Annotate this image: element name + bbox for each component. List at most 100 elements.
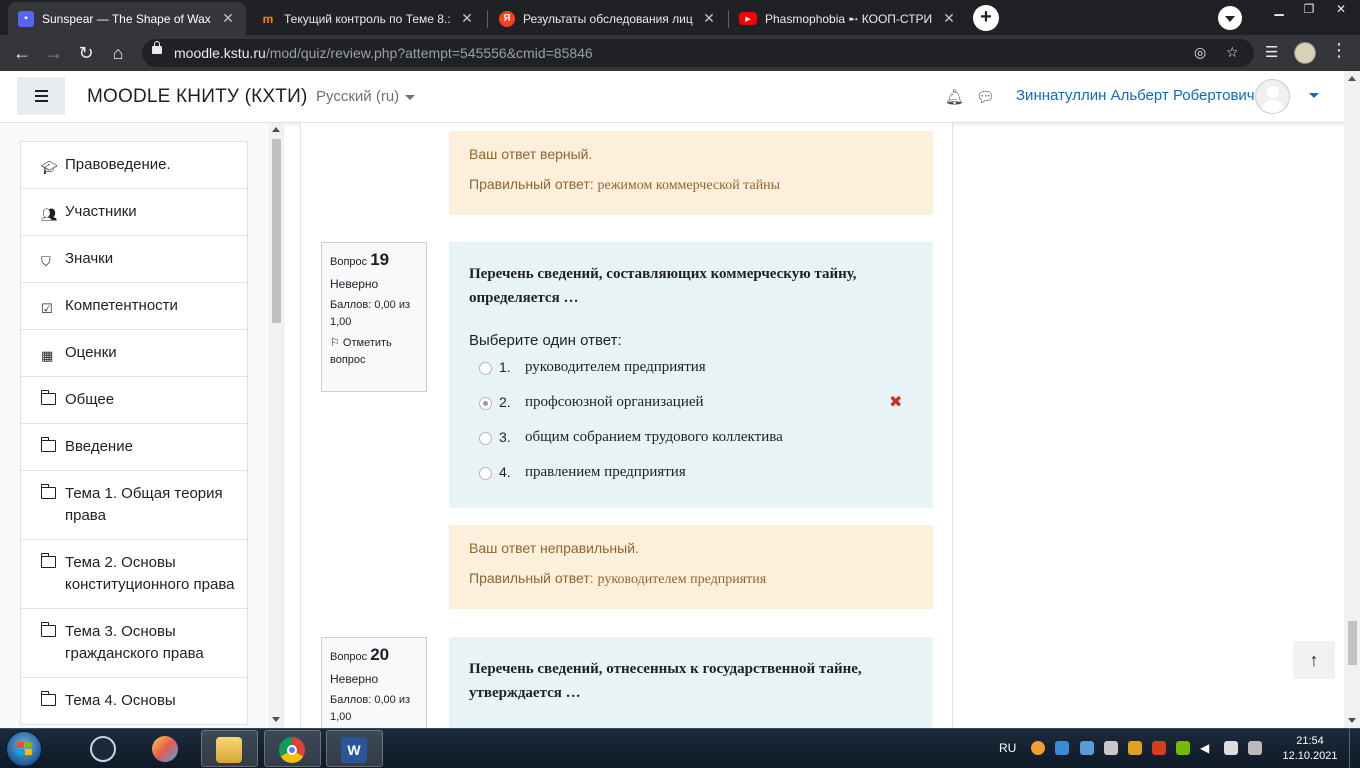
chat-bubble-icon: ▪ [18,10,34,27]
taskbar-chrome[interactable] [264,730,321,767]
drawer-item-topic-4[interactable]: Тема 4. Основы [20,678,248,725]
scroll-down-icon[interactable] [1348,718,1356,723]
answer-option-1: 1. руководителем предприятия [469,353,913,388]
radio-button [479,432,492,445]
drawer-item-competencies[interactable]: ☑ Компетентности [20,283,248,330]
flag-question-link[interactable]: ⚐ Отметить вопрос [330,335,418,369]
reload-icon[interactable]: ↻ [74,41,98,65]
drawer-nav-list: 🎓︎ Правоведение. 👥︎ Участники ⛉ Значки ☑ Ком… [20,141,248,725]
bell-icon[interactable]: 🔔︎ [945,88,964,106]
chevron-down-icon[interactable] [1309,93,1319,98]
user-name[interactable]: Зиннатуллин Альберт Робертович [1016,87,1255,104]
chevron-down-icon [405,94,416,100]
forward-icon[interactable]: → [42,41,66,65]
hamburger-menu-button[interactable] [17,77,65,115]
question-info: Вопрос 20 Неверно Баллов: 0,00 из 1,00 [321,637,427,728]
start-button[interactable] [6,731,42,767]
address-bar[interactable]: moodle.kstu.ru/mod/quiz/review.php?attem… [142,39,1254,67]
radio-button [479,467,492,480]
taskbar-word[interactable]: W [326,730,383,767]
browser-tab-1[interactable]: ▪ Sunspear — The Shape of Wax ✕ [8,2,246,35]
drawer-item-topic-1[interactable]: Тема 1. Общая теория права [20,471,248,540]
page-scrollbar[interactable] [1344,71,1360,728]
drawer-item-topic-2[interactable]: Тема 2. Основы конституционного права [20,540,248,609]
scroll-up-icon[interactable] [1348,76,1356,81]
back-icon[interactable]: ← [10,41,34,65]
tray-network-status-icon[interactable] [1248,741,1262,755]
avatar[interactable] [1255,79,1290,114]
profile-avatar[interactable] [1294,42,1316,64]
site-brand[interactable]: MOODLE КНИТУ (КХТИ) [87,86,307,108]
question-state: Неверно [330,672,379,686]
folder-icon [40,553,56,568]
tray-app-icon[interactable] [1031,741,1045,755]
answer-option-4: 4. правлением предприятия [469,458,913,493]
drawer-item-course[interactable]: 🎓︎ Правоведение. [20,141,248,189]
tray-battery-icon[interactable] [1224,741,1238,755]
checkbox-icon: ☑ [41,301,53,316]
drawer-item-grades[interactable]: ▦ Оценки [20,330,248,377]
right-answer: Правильный ответ: руководителем предприя… [469,570,767,587]
language-selector[interactable]: Русский (ru) [316,88,416,105]
scroll-thumb[interactable] [1348,621,1357,665]
nav-drawer: 🎓︎ Правоведение. 👥︎ Участники ⛉ Значки ☑ Ком… [0,123,285,728]
tray-nvidia-icon[interactable] [1176,741,1190,755]
browser-tab-4[interactable]: ▶ Phasmophobia ➸ КООП-СТРИМ ✕ [729,2,967,35]
show-desktop-button[interactable] [1349,729,1360,768]
back-to-top-button[interactable]: ↑ [1293,641,1335,679]
folder-icon [216,737,242,763]
scroll-down-icon[interactable] [272,717,280,722]
chat-icon[interactable]: 💬︎ [976,88,995,106]
scroll-up-icon[interactable] [272,127,280,132]
bookmark-star-icon[interactable]: ☆ [1226,44,1239,61]
taskbar-paint[interactable] [138,730,195,767]
restore-icon[interactable]: ❐ [1294,0,1324,20]
drawer-item-participants[interactable]: 👥︎ Участники [20,189,248,236]
tray-cloud-icon[interactable] [1055,741,1069,755]
drawer-item-badges[interactable]: ⛉ Значки [20,236,248,283]
input-language[interactable]: RU [999,741,1016,768]
tab-title: Sunspear — The Shape of Wax [42,11,211,26]
volume-icon[interactable]: ◀︎ [1200,741,1214,755]
tray-update-icon[interactable] [1128,741,1142,755]
eye-slash-icon[interactable]: ◎ [1194,44,1206,61]
shield-icon: ⛉ [41,254,51,269]
drawer-item-intro[interactable]: Введение [20,424,248,471]
tray-security-icon[interactable] [1152,741,1166,755]
close-icon[interactable]: ✕ [459,10,475,27]
folder-icon [40,484,56,499]
close-icon[interactable]: ✕ [701,10,717,27]
table-icon: ▦ [41,348,54,363]
clock[interactable]: 21:54 12.10.2021 [1280,734,1340,764]
drawer-scrollbar[interactable] [269,123,284,728]
radio-button-selected [479,397,492,410]
reading-list-icon[interactable]: ☰ [1265,43,1278,61]
outcome-feedback: Ваш ответ верный. Правильный ответ: режи… [449,131,933,215]
incorrect-x-icon: ✖ [889,394,903,411]
outcome-feedback: Ваш ответ неправильный. Правильный ответ… [449,525,933,609]
window-close-icon[interactable]: ✕ [1326,0,1356,20]
browser-tab-3[interactable]: Я Результаты обследования лица, ✕ [489,2,727,35]
drawer-item-topic-3[interactable]: Тема 3. Основы гражданского права [20,609,248,678]
users-icon: 👥︎ [41,207,58,222]
browser-tab-strip: ▪ Sunspear — The Shape of Wax ✕ m Текущи… [0,0,1360,35]
taskbar-explorer[interactable] [201,730,258,767]
minimize-icon[interactable]: ▁ [1264,0,1294,20]
home-icon[interactable]: ⌂ [106,41,130,65]
folder-icon [40,691,56,706]
tray-network-icon[interactable] [1080,741,1094,755]
browser-tab-2[interactable]: m Текущий контроль по Теме 8.: п ✕ [250,2,485,35]
drawer-item-general[interactable]: Общее [20,377,248,424]
close-icon[interactable]: ✕ [220,10,236,27]
taskbar-steam[interactable] [76,730,133,767]
tray-usb-icon[interactable] [1104,741,1118,755]
new-tab-button[interactable]: + [973,5,999,31]
tab-search-icon[interactable] [1218,6,1242,30]
menu-kebab-icon[interactable]: ⋮ [1330,40,1348,61]
scroll-thumb[interactable] [272,139,281,323]
folder-icon [40,390,56,405]
url-text: moodle.kstu.ru/mod/quiz/review.php?attem… [174,45,593,61]
lock-icon[interactable] [152,41,162,54]
tab-title: Результаты обследования лица, [523,11,693,26]
close-icon[interactable]: ✕ [941,10,957,27]
